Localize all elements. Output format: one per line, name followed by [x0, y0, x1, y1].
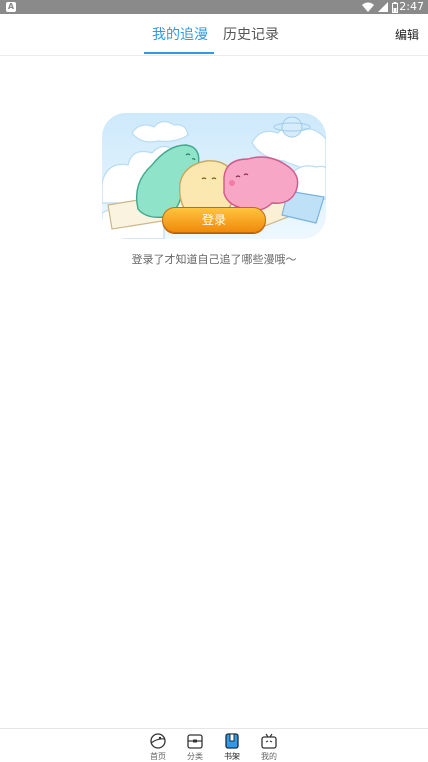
status-bar: A 2:47: [0, 0, 428, 14]
nav-bookshelf[interactable]: 书架: [217, 732, 247, 762]
nav-profile-label: 我的: [261, 752, 277, 761]
category-box-icon: [187, 734, 203, 749]
nav-category-label: 分类: [187, 752, 203, 761]
tab-my-follows[interactable]: 我的追漫: [152, 25, 208, 45]
app-notification-icon: A: [6, 2, 16, 12]
tab-history[interactable]: 历史记录: [223, 25, 279, 45]
nav-home-label: 首页: [150, 752, 166, 761]
profile-tv-icon: [261, 733, 277, 749]
battery-icon: [392, 1, 398, 13]
bookshelf-icon: [225, 733, 239, 749]
bottom-navigation: 首页 分类 书架 我的: [0, 728, 428, 762]
active-tab-indicator: [144, 52, 214, 54]
home-planet-icon: [150, 733, 166, 749]
nav-profile[interactable]: 我的: [254, 732, 284, 762]
nav-bookshelf-label: 书架: [224, 752, 240, 761]
system-icons: [362, 1, 398, 13]
top-tab-bar: 我的追漫 历史记录 编辑: [0, 14, 428, 56]
nav-category[interactable]: 分类: [180, 732, 210, 762]
empty-state-message: 登录了才知道自己追了哪些漫哦～: [131, 253, 297, 266]
edit-button[interactable]: 编辑: [395, 27, 419, 43]
login-button[interactable]: 登录: [162, 207, 266, 233]
nav-home[interactable]: 首页: [143, 732, 173, 762]
wifi-icon: [362, 2, 374, 12]
signal-icon: [378, 2, 388, 12]
status-time: 2:47: [399, 0, 424, 13]
